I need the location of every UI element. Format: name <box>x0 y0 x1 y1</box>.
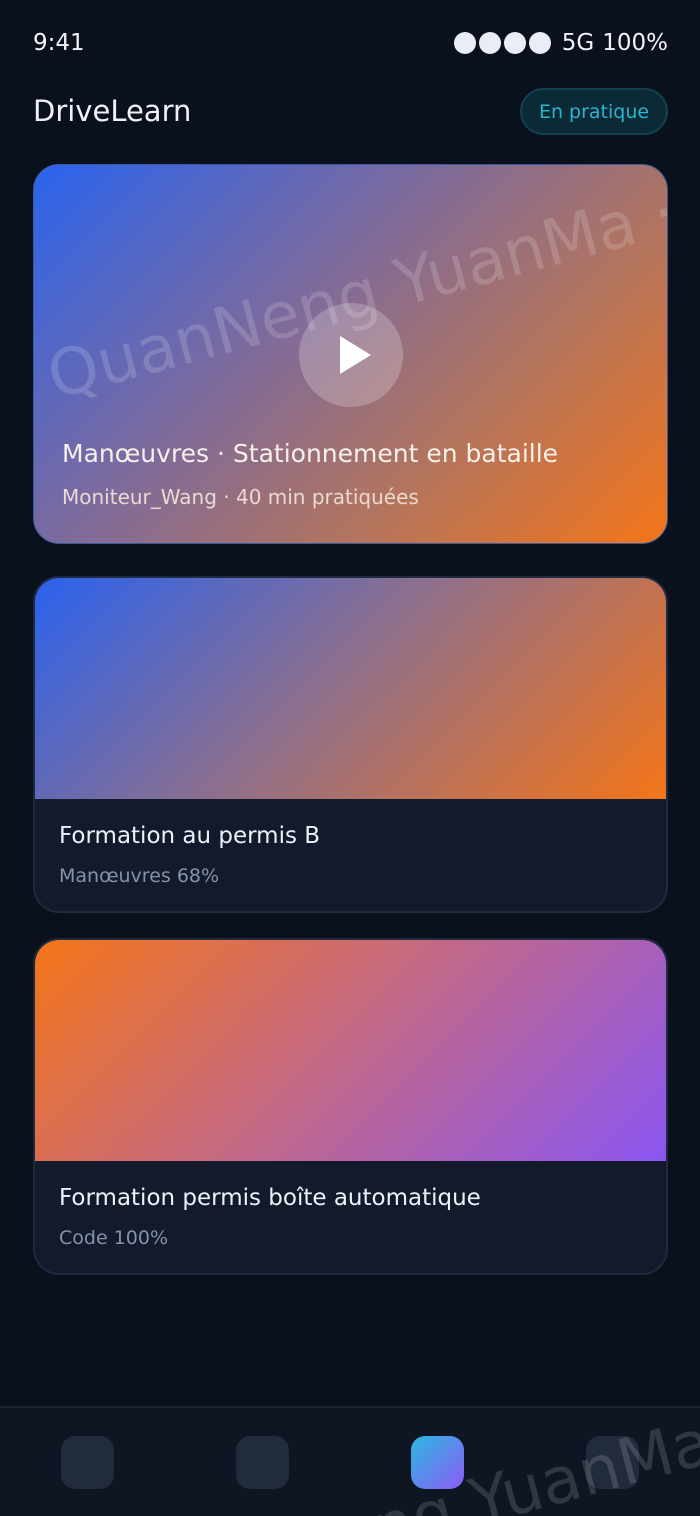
hero-meta: Moniteur_Wang · 40 min pratiquées <box>62 485 419 509</box>
mode-badge[interactable]: En pratique <box>520 88 668 135</box>
app-screen: 9:41 5G 100% DriveLearn En pratique Quan… <box>0 0 700 1516</box>
course-thumbnail <box>35 940 666 1161</box>
nav-tab-2[interactable] <box>236 1436 289 1489</box>
signal-dot-icon <box>528 32 551 54</box>
status-bar: 9:41 5G 100% <box>0 0 700 90</box>
signal-dot-icon <box>478 32 501 54</box>
app-title: DriveLearn <box>33 94 192 128</box>
course-thumbnail <box>35 578 666 799</box>
course-title: Formation permis boîte automatique <box>59 1185 481 1211</box>
bottom-nav: Neng YuanMa <box>0 1406 700 1516</box>
course-card[interactable]: Formation au permis B Manœuvres 68% <box>33 576 668 913</box>
network-label: 5G <box>561 30 595 56</box>
course-progress: Manœuvres 68% <box>59 865 220 887</box>
nav-tab-4[interactable] <box>586 1436 639 1489</box>
play-button[interactable] <box>299 303 403 407</box>
course-progress: Code 100% <box>59 1227 168 1249</box>
signal-dot-icon <box>453 32 476 54</box>
status-time: 9:41 <box>33 30 85 56</box>
battery-label: 100% <box>602 30 668 56</box>
course-card[interactable]: Formation permis boîte automatique Code … <box>33 938 668 1275</box>
hero-title: Manœuvres · Stationnement en bataille <box>62 439 559 468</box>
hero-video-card[interactable]: QuanNeng YuanMa · in Manœuvres · Station… <box>33 164 668 544</box>
course-title: Formation au permis B <box>59 823 321 849</box>
nav-tab-1[interactable] <box>61 1436 114 1489</box>
play-icon <box>339 336 371 374</box>
status-indicators: 5G 100% <box>453 30 668 56</box>
nav-tab-3-active[interactable] <box>411 1436 464 1489</box>
signal-dot-icon <box>503 32 526 54</box>
